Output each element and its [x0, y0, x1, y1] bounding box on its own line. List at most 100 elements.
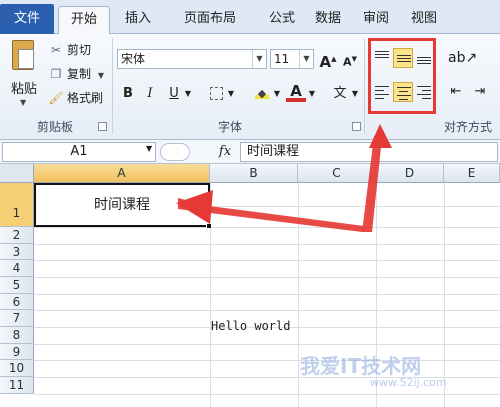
borders-icon	[209, 87, 223, 100]
chevron-down-icon[interactable]: ▼	[226, 84, 236, 104]
decrease-indent-button[interactable]: ⇤	[446, 82, 466, 102]
chevron-down-icon[interactable]: ▼	[252, 50, 266, 68]
tab-review[interactable]: 审阅	[352, 6, 400, 34]
gridline	[34, 294, 500, 295]
row-header-11[interactable]: 11	[0, 377, 34, 394]
chevron-down-icon[interactable]: ▼	[299, 50, 313, 68]
row-header-7[interactable]: 7	[0, 310, 34, 327]
row-header-2[interactable]: 2	[0, 227, 34, 244]
tab-data[interactable]: 数据	[304, 6, 352, 34]
font-name-value: 宋体	[121, 52, 146, 66]
column-header-d[interactable]: D	[376, 164, 444, 183]
paintbrush-icon: 🖌	[48, 91, 64, 105]
chevron-down-icon[interactable]: ▼	[307, 84, 317, 104]
format-painter-label: 格式刷	[67, 91, 104, 105]
font-name-select[interactable]: 宋体 ▼	[117, 49, 267, 69]
clipboard-group-label: 剪贴板	[36, 120, 73, 134]
font-size-value: 11	[274, 52, 290, 66]
align-bottom-button[interactable]	[414, 48, 434, 68]
gridline	[210, 206, 500, 207]
clipboard-icon	[12, 40, 34, 70]
formula-input[interactable]: 时间课程	[240, 142, 498, 162]
chevron-down-icon[interactable]: ▼	[272, 84, 282, 104]
gridline	[34, 260, 500, 261]
gridline	[34, 277, 500, 278]
column-header-b[interactable]: B	[210, 164, 298, 183]
copy-button[interactable]: ❐ 复制 ▼	[48, 64, 104, 84]
insert-function-button[interactable]: fx	[216, 142, 234, 162]
row-header-10[interactable]: 10	[0, 360, 34, 377]
ribbon-home: 粘贴 ▼ ✂ 剪切 ❐ 复制 ▼ 🖌 格式刷 剪贴板 宋体 ▼ 11 ▼ A▲ A▼ …	[0, 34, 500, 140]
underline-button[interactable]: U	[164, 84, 184, 104]
chevron-down-icon[interactable]: ▼	[183, 84, 193, 104]
align-top-button[interactable]	[372, 48, 392, 68]
clipboard-dialog-launcher[interactable]	[98, 122, 107, 131]
align-left-button[interactable]	[372, 82, 392, 102]
tab-formulas[interactable]: 公式	[258, 6, 306, 34]
select-all-corner[interactable]	[0, 164, 34, 183]
cut-label: 剪切	[67, 43, 92, 57]
fill-color-button[interactable]: ◆	[252, 84, 272, 104]
watermark-text: 我爱IT技术网 www.52ij.com	[300, 350, 447, 389]
align-center-button[interactable]	[393, 82, 413, 102]
formula-bar-resize-handle[interactable]	[160, 143, 190, 161]
scissors-icon: ✂	[50, 43, 62, 57]
chevron-down-icon[interactable]: ▼	[350, 84, 360, 104]
tab-file[interactable]: 文件	[0, 4, 54, 34]
grow-font-button[interactable]: A▲	[318, 49, 338, 71]
tab-page-layout[interactable]: 页面布局	[166, 6, 254, 34]
group-separator	[112, 38, 113, 134]
row-header-9[interactable]: 9	[0, 344, 34, 360]
cut-button[interactable]: ✂ 剪切	[48, 40, 91, 60]
chevron-down-icon[interactable]: ▼	[20, 98, 26, 107]
paste-label: 粘贴	[10, 82, 37, 97]
gridline	[34, 344, 500, 345]
align-middle-button[interactable]	[393, 48, 413, 68]
row-header-4[interactable]: 4	[0, 260, 34, 277]
cell-a1[interactable]: 时间课程	[34, 183, 210, 227]
name-box[interactable]: A1	[2, 142, 156, 162]
chevron-down-icon[interactable]: ▼	[98, 71, 104, 80]
row-header-3[interactable]: 3	[0, 244, 34, 260]
borders-button[interactable]	[206, 84, 226, 104]
row-header-8[interactable]: 8	[0, 327, 34, 344]
font-color-button[interactable]: A	[286, 82, 306, 102]
indent-increase-icon: ⇥	[474, 84, 486, 99]
format-painter-button[interactable]: 🖌 格式刷	[48, 88, 103, 108]
tab-home[interactable]: 开始	[58, 6, 110, 35]
formula-bar: A1 ▼ fx 时间课程	[0, 140, 500, 164]
row-header-1[interactable]: 1	[0, 183, 34, 227]
watermark-sub: www.52ij.com	[370, 376, 447, 389]
gridline	[298, 183, 299, 407]
orientation-icon: ab↗	[448, 50, 478, 66]
text-orientation-button[interactable]: ab↗	[448, 48, 477, 68]
row-header-6[interactable]: 6	[0, 294, 34, 310]
font-dialog-launcher[interactable]	[352, 122, 361, 131]
gridline	[34, 394, 500, 395]
column-header-a[interactable]: A	[34, 164, 210, 183]
font-size-select[interactable]: 11 ▼	[270, 49, 314, 69]
worksheet-grid[interactable]: A B C D E 1 2 3 4 5 6 7 8 9 10 11 时间课程 H…	[0, 164, 500, 407]
tab-insert[interactable]: 插入	[114, 6, 162, 34]
increase-indent-button[interactable]: ⇥	[470, 82, 490, 102]
column-header-c[interactable]: C	[298, 164, 376, 183]
watermark-main: 我爱IT技术网	[300, 354, 422, 378]
bold-button[interactable]: B	[118, 84, 138, 104]
indent-decrease-icon: ⇤	[450, 84, 462, 99]
row-header-5[interactable]: 5	[0, 277, 34, 294]
chevron-down-icon[interactable]: ▼	[146, 144, 152, 153]
fill-handle[interactable]	[206, 223, 212, 229]
align-right-button[interactable]	[414, 82, 434, 102]
copy-label: 复制	[67, 67, 92, 81]
grow-font-label: A	[319, 53, 332, 71]
column-header-e[interactable]: E	[444, 164, 500, 183]
tab-view[interactable]: 视图	[400, 6, 448, 34]
gridline	[210, 183, 211, 407]
paste-button[interactable]: 粘贴 ▼	[6, 38, 42, 114]
cell-b7[interactable]: Hello world	[211, 319, 290, 333]
ribbon-tab-bar: 文件 开始 插入 页面布局 公式 数据 审阅 视图	[0, 0, 500, 35]
shrink-font-button[interactable]: A▼	[340, 49, 360, 69]
alignment-group-label: 对齐方式	[444, 120, 493, 134]
italic-button[interactable]: I	[140, 84, 160, 104]
phonetic-guide-button[interactable]: 文	[330, 84, 350, 104]
